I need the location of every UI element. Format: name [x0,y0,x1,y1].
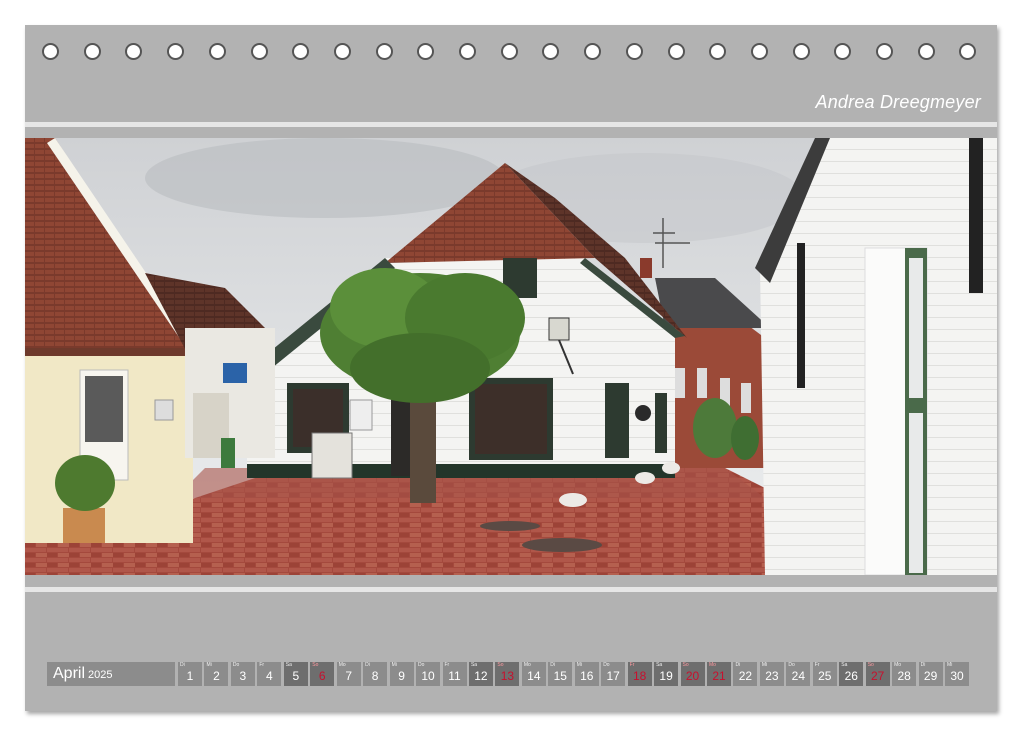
calendar-day: Di8 [363,662,387,686]
binding-hole [542,43,559,60]
binding-hole [876,43,893,60]
street-scene-illustration [25,138,997,575]
calendar-day: Mo21 [707,662,731,686]
calendar-day: Sa5 [284,662,308,686]
day-number: 3 [231,668,255,684]
day-number: 23 [760,668,784,684]
binding-hole [459,43,476,60]
calendar-day: Do3 [231,662,255,686]
binding-hole [626,43,643,60]
day-number: 25 [813,668,837,684]
day-number: 2 [204,668,228,684]
calendar-day: Mo14 [522,662,546,686]
day-number: 27 [866,668,890,684]
calendar-day: So27 [866,662,890,686]
calendar-day: Di22 [733,662,757,686]
calendar-day: Di29 [919,662,943,686]
binding-hole [918,43,935,60]
calendar-day: Mo28 [892,662,916,686]
calendar-day: Fr18 [628,662,652,686]
street-photo [25,138,997,575]
day-number: 29 [919,668,943,684]
day-number: 7 [337,668,361,684]
month-calendar-bar: April2025 Di1Mi2Do3Fr4Sa5So6Mo7Di8Mi9Do1… [47,662,973,686]
calendar-day: Fr11 [443,662,467,686]
calendar-page: Andrea Dreegmeyer [25,25,997,711]
calendar-day: Di15 [548,662,572,686]
month-year: 2025 [88,669,112,681]
calendar-day: Mi9 [390,662,414,686]
calendar-day: Mi16 [575,662,599,686]
calendar-day: Mi30 [945,662,969,686]
binding-hole [584,43,601,60]
binding-hole [709,43,726,60]
day-number: 19 [654,668,678,684]
binding-hole [668,43,685,60]
day-number: 22 [733,668,757,684]
day-number: 15 [548,668,572,684]
day-number: 21 [707,668,731,684]
binding-hole [42,43,59,60]
calendar-day: Fr25 [813,662,837,686]
day-number: 14 [522,668,546,684]
day-number: 10 [416,668,440,684]
calendar-day: Do10 [416,662,440,686]
day-number: 28 [892,668,916,684]
day-number: 12 [469,668,493,684]
day-number: 30 [945,668,969,684]
day-number: 13 [495,668,519,684]
binding-hole [251,43,268,60]
binding-hole [167,43,184,60]
binding-hole [417,43,434,60]
calendar-day: Fr4 [257,662,281,686]
binding-hole [209,43,226,60]
day-number: 1 [178,668,202,684]
day-number: 16 [575,668,599,684]
calendar-day: Mi23 [760,662,784,686]
day-number: 11 [443,668,467,684]
binding-hole [501,43,518,60]
calendar-day: Sa19 [654,662,678,686]
calendar-day: So13 [495,662,519,686]
month-name: April [53,665,85,682]
calendar-day: Di1 [178,662,202,686]
binding-hole [751,43,768,60]
calendar-day: So20 [681,662,705,686]
binding-hole [959,43,976,60]
calendar-day: Sa12 [469,662,493,686]
day-number: 9 [390,668,414,684]
binding-hole [334,43,351,60]
author-credit: Andrea Dreegmeyer [816,92,981,113]
binding-hole [793,43,810,60]
binding-hole [834,43,851,60]
calendar-day: Do24 [786,662,810,686]
day-number: 6 [310,668,334,684]
calendar-day: Mo7 [337,662,361,686]
binding-holes [25,25,997,85]
day-number: 4 [257,668,281,684]
calendar-day: So6 [310,662,334,686]
day-number: 8 [363,668,387,684]
top-divider [25,122,997,127]
calendar-day: Do17 [601,662,625,686]
day-number: 26 [839,668,863,684]
bottom-divider [25,587,997,592]
calendar-day: Sa26 [839,662,863,686]
binding-hole [292,43,309,60]
month-label: April2025 [47,662,175,686]
binding-hole [125,43,142,60]
calendar-day: Mi2 [204,662,228,686]
day-number: 5 [284,668,308,684]
day-number: 18 [628,668,652,684]
day-number: 24 [786,668,810,684]
day-number: 17 [601,668,625,684]
day-number: 20 [681,668,705,684]
binding-hole [84,43,101,60]
binding-hole [376,43,393,60]
